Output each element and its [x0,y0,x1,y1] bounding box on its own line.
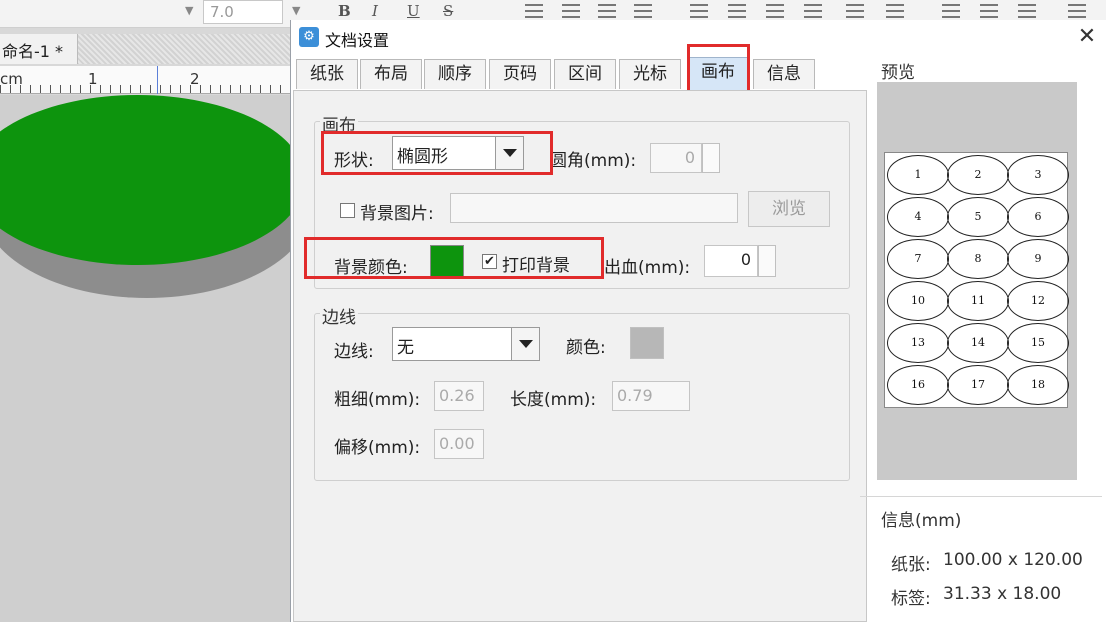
preview-sheet: 1 2 3 4 5 6 7 8 9 10 11 12 13 14 15 16 17 18 [884,152,1069,408]
thickness-label: 粗细(mm): [334,390,421,410]
document-tab[interactable]: 命名-1 * [0,34,78,64]
info-divider [860,496,1102,497]
rotate-icon[interactable] [886,4,904,18]
browse-button[interactable]: 浏览 [748,191,830,227]
ruler-cursor-marker [157,66,158,94]
preview-label-ellipse: 12 [1007,281,1069,321]
offset-input[interactable]: 0.00 [434,429,484,459]
preview-label-ellipse: 14 [947,323,1009,363]
corner-radius-spinner[interactable] [702,143,720,173]
paper-size-value: 100.00 x 120.00 [943,550,1083,570]
ellipse-label-canvas[interactable] [0,95,290,265]
design-canvas[interactable] [0,95,290,622]
bleed-label: 出血(mm): [604,258,691,278]
preview-label-ellipse: 10 [887,281,949,321]
tab-order[interactable]: 顺序 [424,59,486,89]
distribute-vertical-icon[interactable] [728,4,746,18]
align-right-icon[interactable] [598,4,616,18]
preview-label-ellipse: 5 [947,197,1009,237]
preview-label-ellipse: 1 [887,155,949,195]
label-size-value: 31.33 x 18.00 [943,584,1062,604]
preview-label-ellipse: 11 [947,281,1009,321]
align-left-icon[interactable] [525,4,543,18]
tab-info[interactable]: 信息 [753,59,815,89]
align-justify-icon[interactable] [634,4,652,18]
preview-label-ellipse: 18 [1007,365,1069,405]
font-dropdown-arrow-icon[interactable]: ▼ [185,4,193,17]
tab-layout[interactable]: 布局 [360,59,422,89]
app-logo-icon: ⚙ [299,27,319,47]
bleed-input[interactable]: 0 [704,245,758,277]
highlight-shape-row [321,131,553,175]
paper-size-label: 纸张: [891,555,931,575]
preview-title: 预览 [881,63,915,83]
underline-button[interactable]: U [407,2,420,20]
length-label: 长度(mm): [510,390,597,410]
horizontal-ruler: cm 1 2 [0,66,290,94]
thickness-input[interactable]: 0.26 [434,381,484,411]
tab-page-number[interactable]: 页码 [489,59,551,89]
tab-cursor[interactable]: 光标 [619,59,681,89]
bleed-spinner[interactable] [758,245,776,277]
preview-label-ellipse: 3 [1007,155,1069,195]
preview-label-ellipse: 7 [887,239,949,279]
preview-label-ellipse: 9 [1007,239,1069,279]
preview-area: 1 2 3 4 5 6 7 8 9 10 11 12 13 14 15 16 17 18 [877,82,1077,480]
label-size-label: 标签: [891,589,931,609]
info-title: 信息(mm) [881,511,962,531]
align-middle-icon[interactable] [804,4,822,18]
highlight-bg-color-row [304,237,604,279]
align-top-icon[interactable] [766,4,784,18]
preview-label-ellipse: 16 [887,365,949,405]
border-color-swatch[interactable] [630,327,664,359]
document-settings-dialog: ⚙ 文档设置 ✕ 纸张 布局 顺序 页码 区间 光标 画布 信息 画布 形状: … [290,20,1106,622]
distribute-icon[interactable] [690,4,708,18]
chevron-down-icon[interactable] [511,328,539,360]
group-icon[interactable] [1068,4,1086,18]
preview-label-ellipse: 17 [947,365,1009,405]
border-label: 边线: [334,342,374,362]
settings-tabs: 纸张 布局 顺序 页码 区间 光标 画布 信息 [291,57,851,91]
font-size-input[interactable]: 7.0 [203,0,283,24]
border-value: 无 [397,338,414,358]
align-center-icon[interactable] [562,4,580,18]
preview-label-ellipse: 4 [887,197,949,237]
preview-label-ellipse: 6 [1007,197,1069,237]
tab-paper[interactable]: 纸张 [296,59,358,89]
bg-image-label: 背景图片: [360,204,434,224]
same-size-icon[interactable] [1018,4,1036,18]
bg-image-path-input[interactable] [450,193,738,223]
border-select[interactable]: 无 [392,327,540,361]
corner-radius-label: 圆角(mm): [550,151,637,171]
preview-label-ellipse: 13 [887,323,949,363]
tab-range[interactable]: 区间 [554,59,616,89]
same-width-icon[interactable] [942,4,960,18]
strikethrough-button[interactable]: S [443,2,453,20]
ruler-ticks [0,85,290,93]
preview-label-ellipse: 15 [1007,323,1069,363]
preview-label-ellipse: 2 [947,155,1009,195]
bg-image-checkbox[interactable] [340,203,355,218]
dialog-title: 文档设置 [325,31,390,50]
canvas-tab-panel: 画布 形状: 椭圆形 圆角(mm): 0 背景图片: 浏览 背景颜色: ✔ 打印… [293,90,867,622]
same-height-icon[interactable] [980,4,998,18]
length-input[interactable]: 0.79 [612,381,690,411]
preview-label-ellipse: 8 [947,239,1009,279]
document-tab-bar: 命名-1 * [0,34,290,64]
bold-button[interactable]: B [338,2,351,20]
border-color-label: 颜色: [566,338,606,358]
border-group-title: 边线 [320,303,358,328]
italic-button[interactable]: I [372,2,378,20]
center-icon[interactable] [846,4,864,18]
corner-radius-input[interactable]: 0 [650,143,702,173]
offset-label: 偏移(mm): [334,438,421,458]
close-button[interactable]: ✕ [1073,23,1101,51]
font-size-dropdown-icon[interactable]: ▼ [292,4,300,17]
